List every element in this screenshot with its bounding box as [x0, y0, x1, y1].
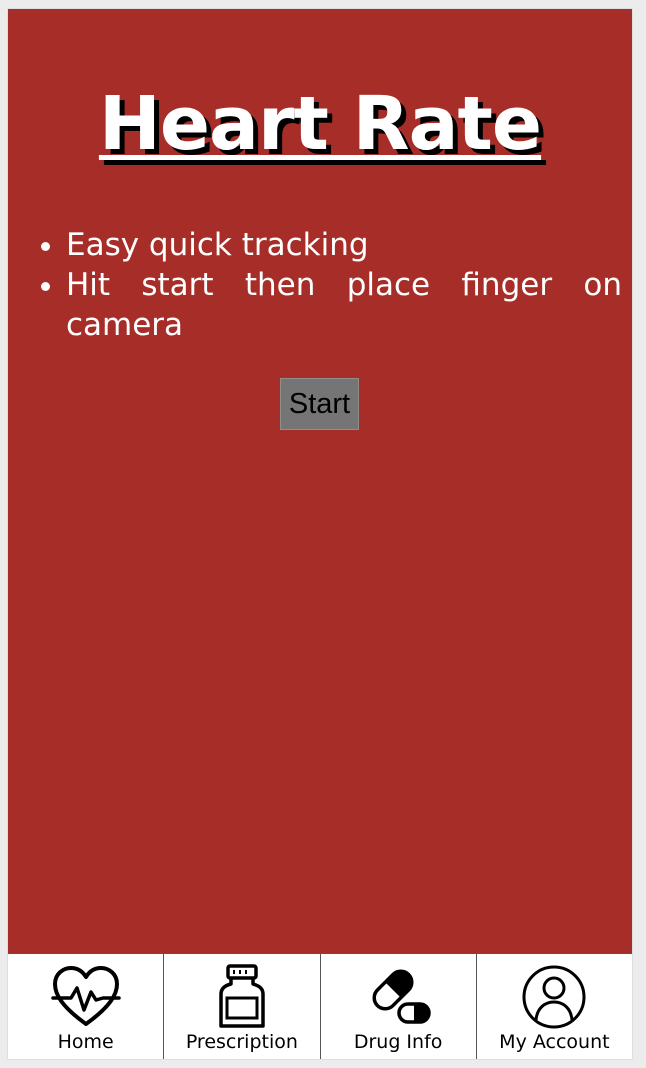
page-title: Heart Rate	[98, 81, 542, 167]
heart-pulse-icon	[50, 966, 121, 1026]
nav-item-drug-info[interactable]: Drug Info	[321, 954, 477, 1059]
user-account-icon	[522, 965, 586, 1029]
nav-label-home: Home	[57, 1031, 114, 1053]
start-button[interactable]: Start	[280, 378, 359, 430]
pill-bottle-icon	[219, 964, 265, 1028]
app-frame: Heart Rate Easy quick tracking Hit start…	[8, 9, 632, 1059]
nav-label-drug-info: Drug Info	[353, 1031, 443, 1053]
list-item: Hit start then place finger on camera	[66, 265, 622, 345]
bottom-nav: Home Prescription Drug Info My Account	[8, 953, 632, 1059]
nav-item-prescription[interactable]: Prescription	[164, 954, 321, 1059]
list-item: Easy quick tracking	[66, 225, 622, 265]
nav-label-prescription: Prescription	[185, 1031, 298, 1053]
capsule-icon	[372, 969, 431, 1024]
nav-label-my-account: My Account	[499, 1031, 610, 1053]
instructions-list: Easy quick tracking Hit start then place…	[42, 225, 622, 345]
heart-rate-panel: Heart Rate Easy quick tracking Hit start…	[8, 9, 632, 953]
nav-item-home[interactable]: Home	[8, 954, 165, 1059]
nav-item-my-account[interactable]: My Account	[477, 954, 632, 1059]
